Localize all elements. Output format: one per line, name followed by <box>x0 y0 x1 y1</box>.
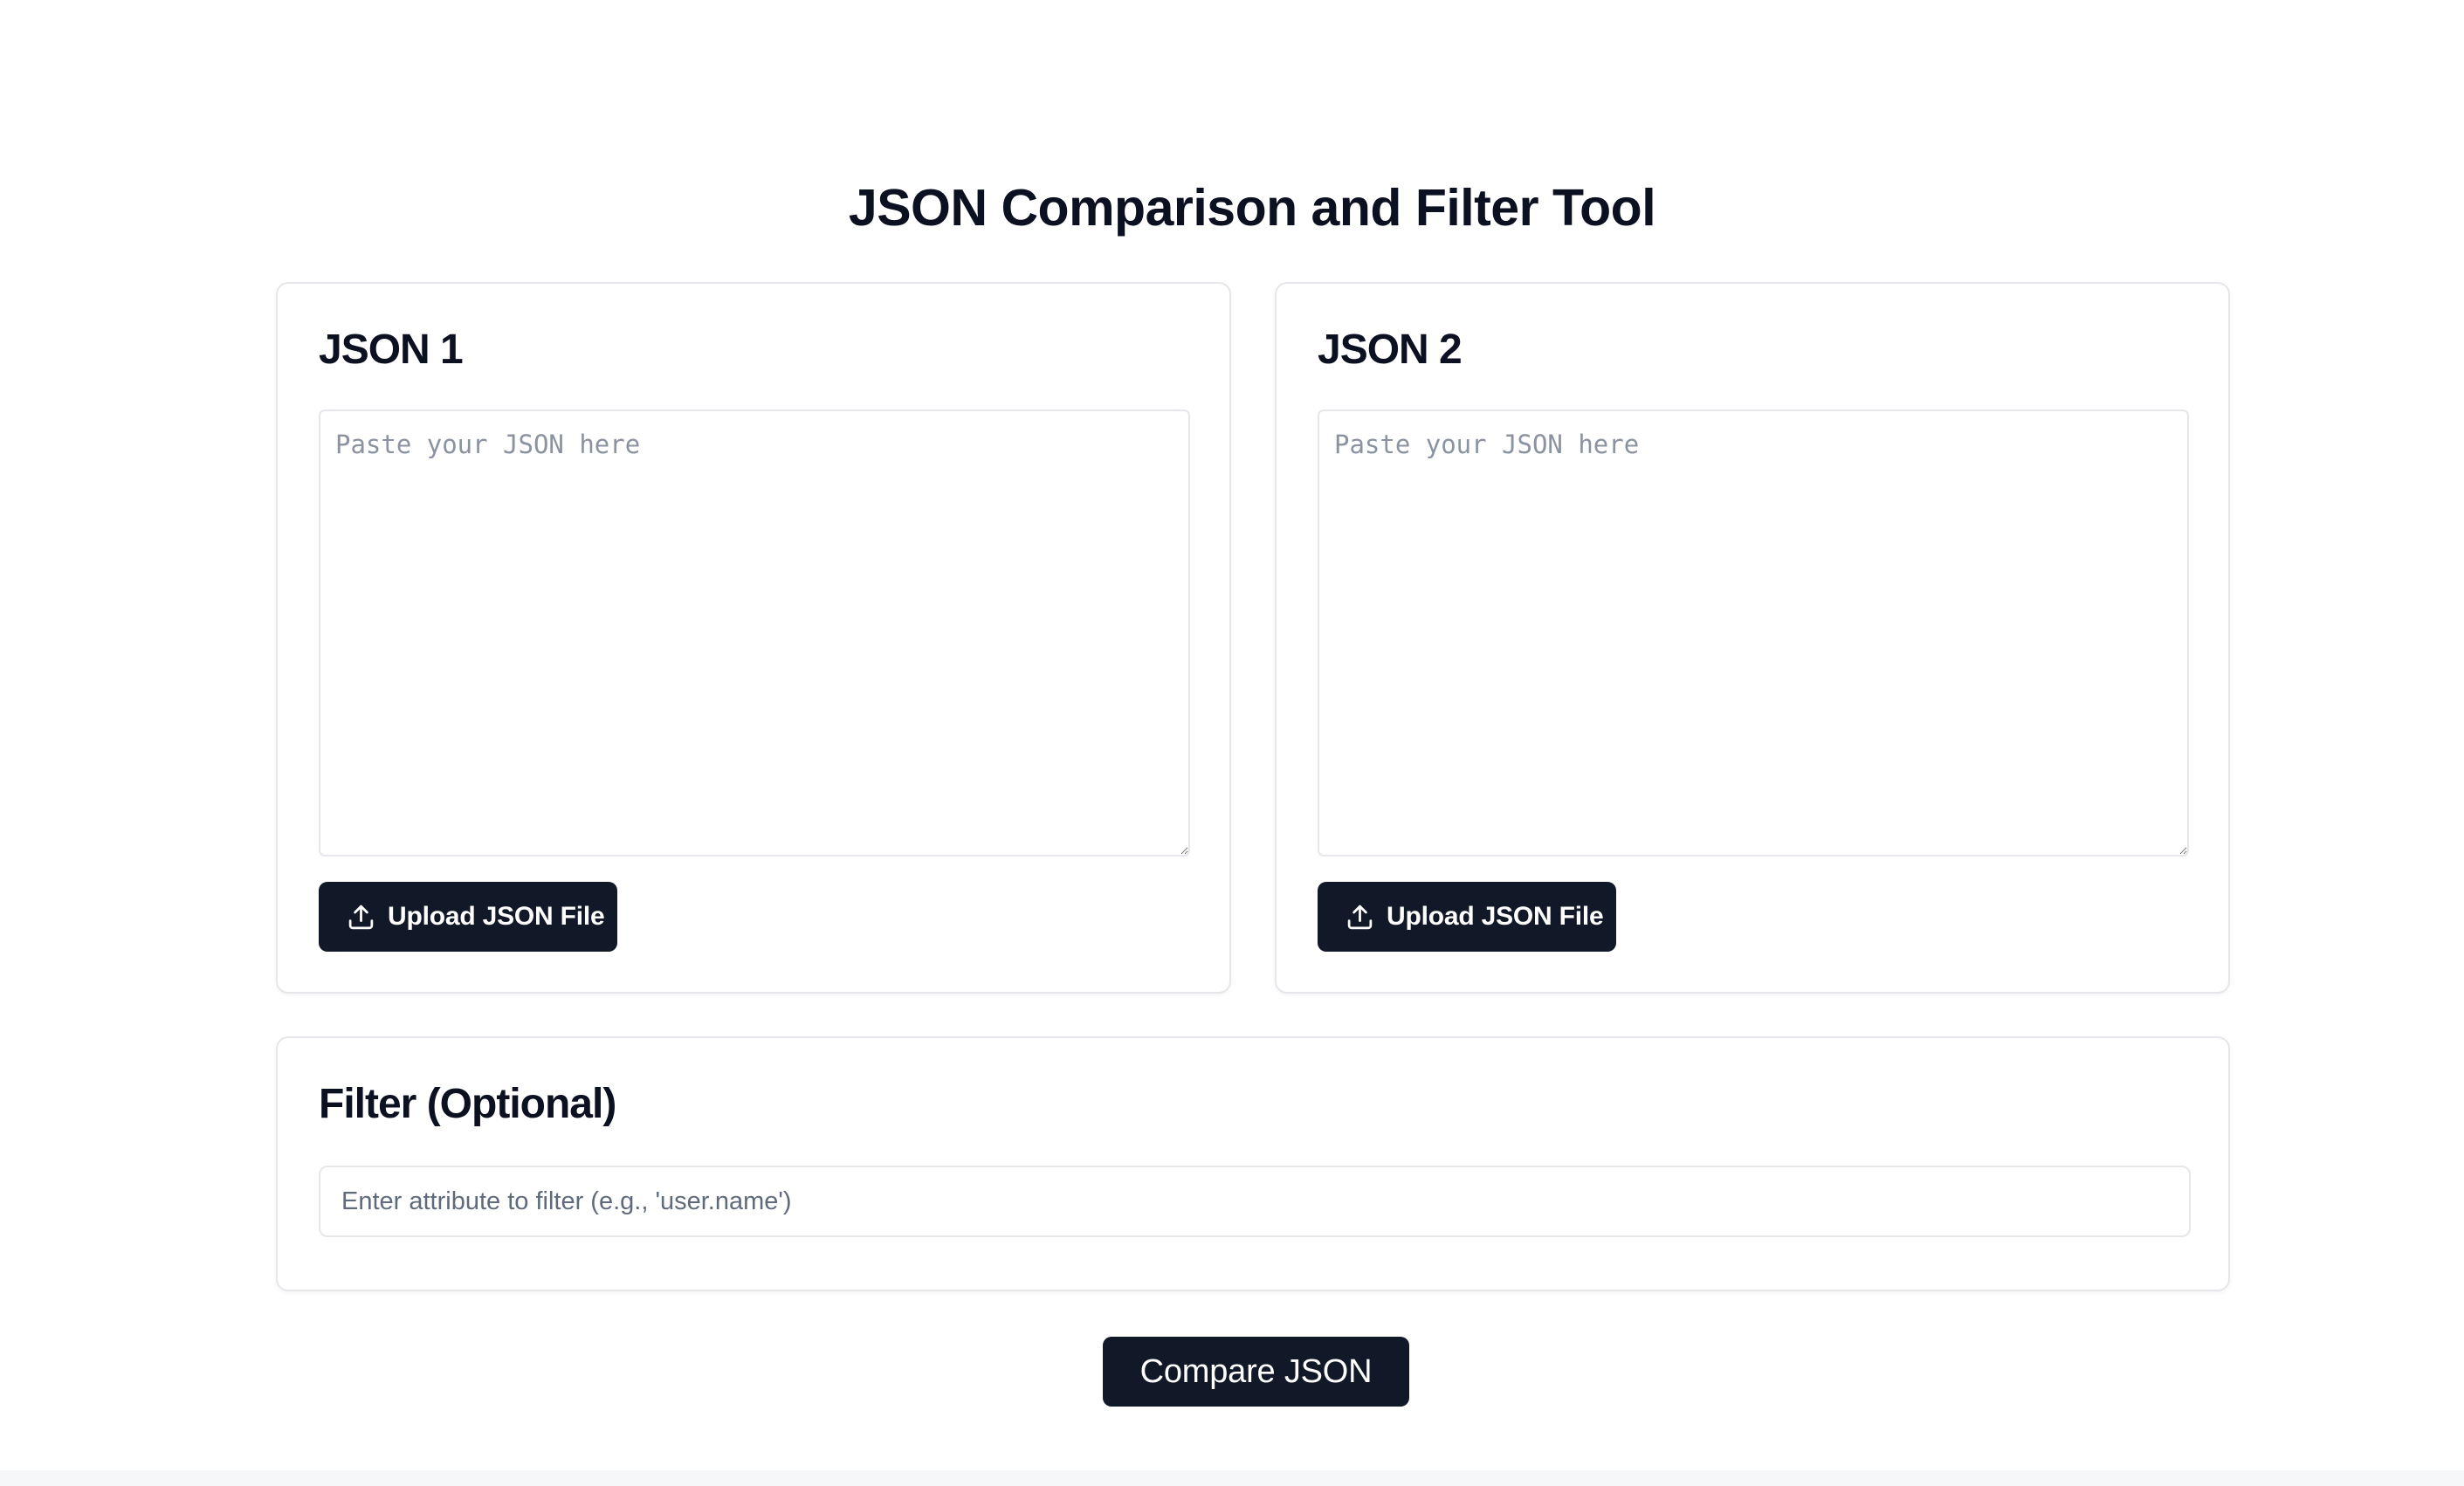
json1-heading: JSON 1 <box>319 327 464 373</box>
json2-upload-label: Upload JSON File <box>1387 902 1604 931</box>
json1-upload-label: Upload JSON File <box>388 902 605 931</box>
compare-json-button[interactable]: Compare JSON <box>1103 1337 1409 1407</box>
json2-card: JSON 2 Upload JSON File <box>1275 282 2230 994</box>
filter-card: Filter (Optional) <box>276 1036 2230 1291</box>
filter-heading: Filter (Optional) <box>319 1081 616 1127</box>
json1-upload-button[interactable]: Upload JSON File <box>319 882 617 952</box>
json2-upload-button[interactable]: Upload JSON File <box>1318 882 1616 952</box>
page-title: JSON Comparison and Filter Tool <box>848 179 1656 237</box>
page: JSON Comparison and Filter Tool JSON 1 U… <box>0 0 2464 1486</box>
upload-icon <box>1346 903 1374 932</box>
json1-card: JSON 1 Upload JSON File <box>276 282 1231 994</box>
page-bottom-edge <box>0 1470 2464 1486</box>
json2-textarea[interactable] <box>1318 409 2189 857</box>
filter-input[interactable] <box>319 1166 2191 1237</box>
json2-heading: JSON 2 <box>1318 327 1463 373</box>
json1-textarea[interactable] <box>319 409 1190 857</box>
upload-icon <box>347 903 375 932</box>
